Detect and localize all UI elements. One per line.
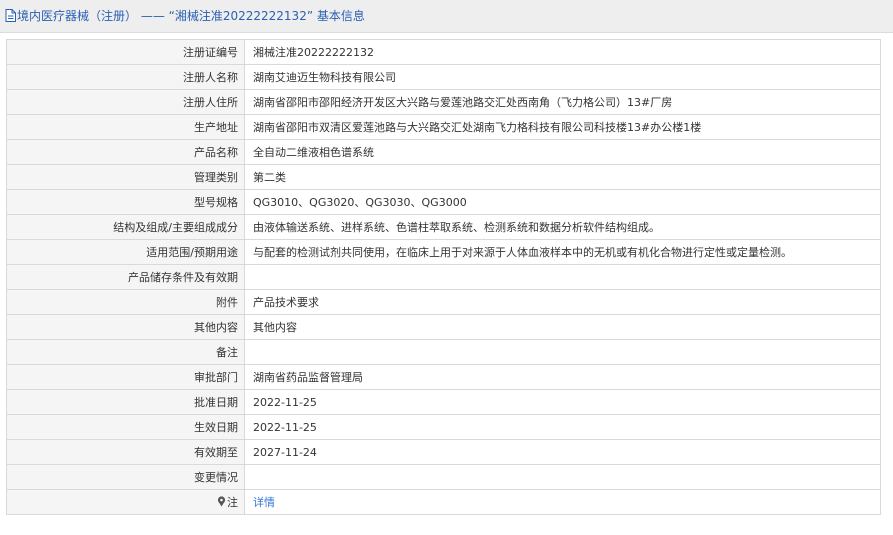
details-link[interactable]: 详情 bbox=[253, 496, 275, 509]
info-table-body: 注册证编号 湘械注准20222222132 注册人名称 湖南艾迪迈生物科技有限公司 注册… bbox=[6, 39, 881, 515]
table-row: 注册人住所 湖南省邵阳市邵阳经济开发区大兴路与爱莲池路交汇处西南角（飞力格公司）1… bbox=[6, 89, 881, 115]
row-label: 注册人名称 bbox=[6, 64, 245, 90]
row-label: 附件 bbox=[6, 289, 245, 315]
table-row: 批准日期 2022-11-25 bbox=[6, 389, 881, 415]
row-value: 湖南省药品监督管理局 bbox=[244, 364, 881, 390]
row-value: 2022-11-25 bbox=[244, 414, 881, 440]
page-title-container: 境内医疗器械（注册） —— “湘械注准20222222132” 基本信息 bbox=[5, 8, 365, 26]
row-value: 湖南省邵阳市双清区爱莲池路与大兴路交汇处湖南飞力格科技有限公司科技楼13#办公楼… bbox=[244, 114, 881, 140]
row-value: QG3010、QG3020、QG3030、QG3000 bbox=[244, 189, 881, 215]
table-row: 型号规格 QG3010、QG3020、QG3030、QG3000 bbox=[6, 189, 881, 215]
row-label: 生效日期 bbox=[6, 414, 245, 440]
row-value bbox=[244, 339, 881, 365]
row-value: 其他内容 bbox=[244, 314, 881, 340]
table-row: 产品名称 全自动二维液相色谱系统 bbox=[6, 139, 881, 165]
table-row: 生效日期 2022-11-25 bbox=[6, 414, 881, 440]
page-title: 境内医疗器械（注册） —— “湘械注准20222222132” 基本信息 bbox=[17, 9, 365, 23]
note-value-cell: 详情 bbox=[244, 489, 881, 515]
row-value: 产品技术要求 bbox=[244, 289, 881, 315]
page-header: 境内医疗器械（注册） —— “湘械注准20222222132” 基本信息 bbox=[0, 0, 893, 33]
row-label: 管理类别 bbox=[6, 164, 245, 190]
row-value: 湘械注准20222222132 bbox=[244, 39, 881, 65]
table-row: 审批部门 湖南省药品监督管理局 bbox=[6, 364, 881, 390]
row-label: 适用范围/预期用途 bbox=[6, 239, 245, 265]
row-value bbox=[244, 464, 881, 490]
table-row: 注册人名称 湖南艾迪迈生物科技有限公司 bbox=[6, 64, 881, 90]
row-label: 生产地址 bbox=[6, 114, 245, 140]
table-row: 产品储存条件及有效期 bbox=[6, 264, 881, 290]
table-row: 结构及组成/主要组成成分 由液体输送系统、进样系统、色谱柱萃取系统、检测系统和数据… bbox=[6, 214, 881, 240]
row-value: 全自动二维液相色谱系统 bbox=[244, 139, 881, 165]
row-label: 型号规格 bbox=[6, 189, 245, 215]
row-label: 产品名称 bbox=[6, 139, 245, 165]
table-row: 有效期至 2027-11-24 bbox=[6, 439, 881, 465]
row-label: 变更情况 bbox=[6, 464, 245, 490]
table-row: 注册证编号 湘械注准20222222132 bbox=[6, 39, 881, 65]
info-table: 注册证编号 湘械注准20222222132 注册人名称 湖南艾迪迈生物科技有限公司 注册… bbox=[6, 39, 881, 515]
row-label: 注册人住所 bbox=[6, 89, 245, 115]
note-label-cell: 注 bbox=[6, 489, 245, 515]
row-label: 备注 bbox=[6, 339, 245, 365]
table-row: 生产地址 湖南省邵阳市双清区爱莲池路与大兴路交汇处湖南飞力格科技有限公司科技楼13… bbox=[6, 114, 881, 140]
pin-icon bbox=[217, 496, 226, 510]
table-row: 适用范围/预期用途 与配套的检测试剂共同使用，在临床上用于对来源于人体血液样本中的… bbox=[6, 239, 881, 265]
table-row: 管理类别 第二类 bbox=[6, 164, 881, 190]
table-row: 备注 bbox=[6, 339, 881, 365]
row-value: 由液体输送系统、进样系统、色谱柱萃取系统、检测系统和数据分析软件结构组成。 bbox=[244, 214, 881, 240]
row-label: 注册证编号 bbox=[6, 39, 245, 65]
row-value: 2022-11-25 bbox=[244, 389, 881, 415]
row-value: 湖南省邵阳市邵阳经济开发区大兴路与爱莲池路交汇处西南角（飞力格公司）13#厂房 bbox=[244, 89, 881, 115]
row-value: 湖南艾迪迈生物科技有限公司 bbox=[244, 64, 881, 90]
row-label: 产品储存条件及有效期 bbox=[6, 264, 245, 290]
note-label: 注 bbox=[227, 496, 238, 509]
row-label: 审批部门 bbox=[6, 364, 245, 390]
row-value: 与配套的检测试剂共同使用，在临床上用于对来源于人体血液样本中的无机或有机化合物进… bbox=[244, 239, 881, 265]
row-label: 其他内容 bbox=[6, 314, 245, 340]
row-label: 批准日期 bbox=[6, 389, 245, 415]
document-icon bbox=[5, 9, 16, 26]
row-value: 第二类 bbox=[244, 164, 881, 190]
row-label: 结构及组成/主要组成成分 bbox=[6, 214, 245, 240]
table-row: 变更情况 bbox=[6, 464, 881, 490]
table-row: 其他内容 其他内容 bbox=[6, 314, 881, 340]
table-row: 附件 产品技术要求 bbox=[6, 289, 881, 315]
row-label: 有效期至 bbox=[6, 439, 245, 465]
row-value: 2027-11-24 bbox=[244, 439, 881, 465]
row-value bbox=[244, 264, 881, 290]
table-row-note: 注 详情 bbox=[6, 489, 881, 515]
